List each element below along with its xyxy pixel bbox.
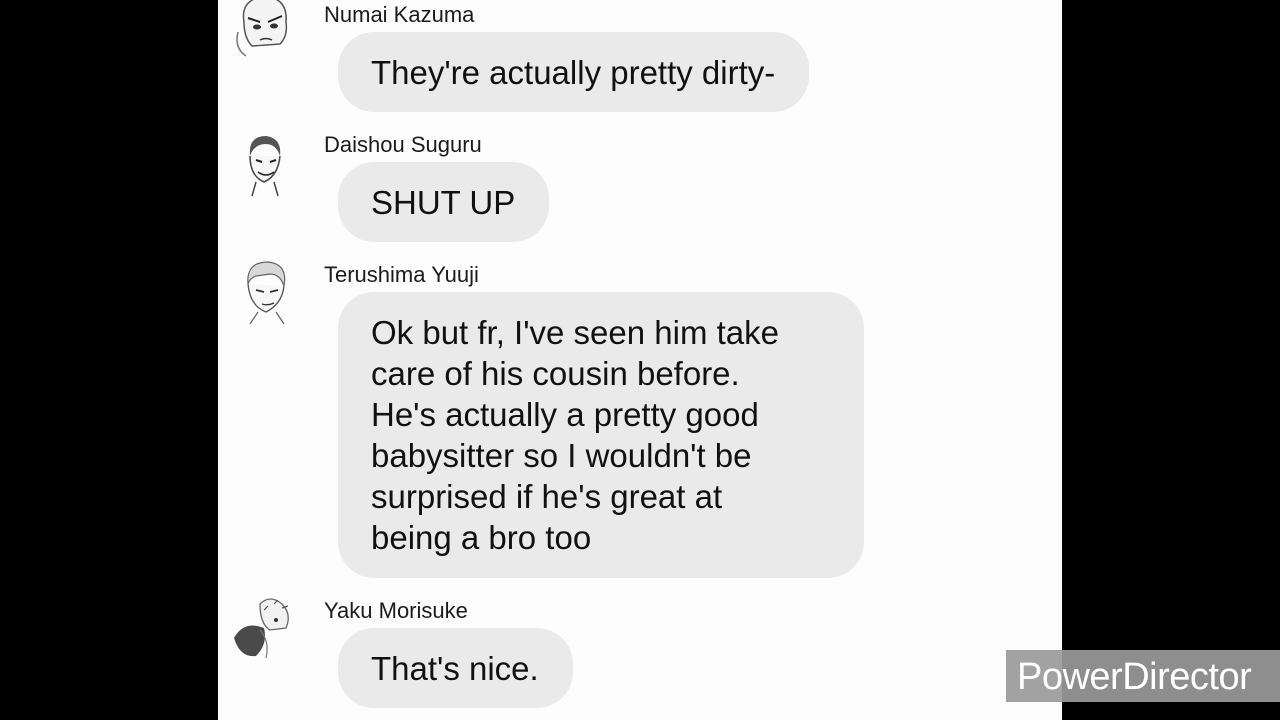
message-text: surprised if he's great at <box>371 478 723 515</box>
message-text: He's actually a pretty good <box>371 396 759 433</box>
sender-name: Daishou Suguru <box>324 132 482 157</box>
message-bubble[interactable]: That's nice. <box>338 628 573 708</box>
message-text: being a bro too <box>371 519 592 556</box>
message-text: They're actually pretty dirty- <box>371 54 776 91</box>
sender-name: Terushima Yuuji <box>324 262 479 287</box>
sender-name: Yaku Morisuke <box>324 598 468 623</box>
terushima-avatar-icon[interactable] <box>230 256 300 326</box>
numai-avatar-icon[interactable] <box>230 0 300 62</box>
message-bubble[interactable]: SHUT UP <box>338 162 550 242</box>
message-text: Ok but fr, I've seen him take <box>371 314 779 351</box>
sender-name: Numai Kazuma <box>324 2 475 27</box>
daishou-avatar-icon[interactable] <box>230 130 300 200</box>
yaku-avatar-icon[interactable] <box>230 594 300 664</box>
watermark-text: PowerDirector <box>1017 656 1252 698</box>
message-text: care of his cousin before. <box>371 355 740 392</box>
chat-panel: Numai Kazuma They're actually pretty dir… <box>218 0 1062 720</box>
message-bubble[interactable]: Ok but fr, I've seen him take care of hi… <box>338 292 864 578</box>
message-text: That's nice. <box>371 650 539 687</box>
message-text: babysitter so I wouldn't be <box>371 437 752 474</box>
message-bubble[interactable]: They're actually pretty dirty- <box>338 32 810 112</box>
message-text: SHUT UP <box>371 184 516 221</box>
